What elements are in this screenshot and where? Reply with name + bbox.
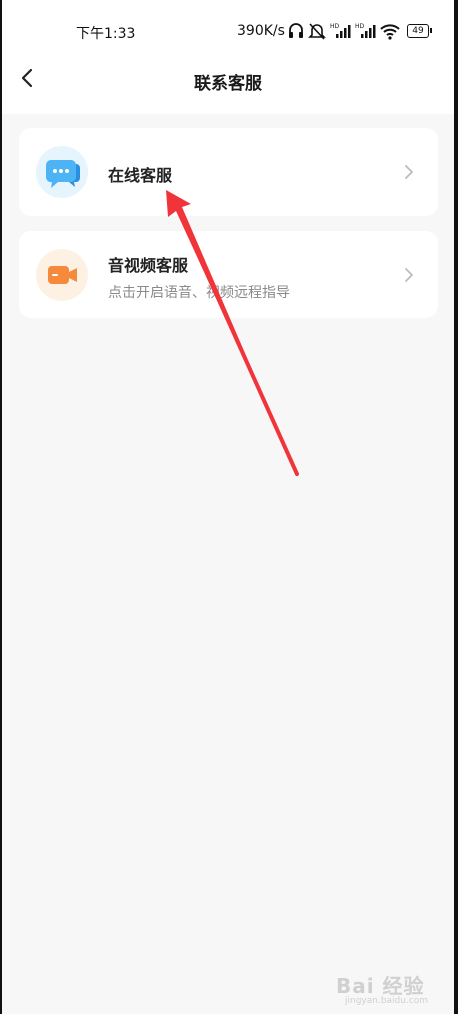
network-speed: 390K/s [237,23,285,39]
video-service-subtitle: 点击开启语音、视频远程指导 [108,285,290,301]
nav-bar: 联系客服 [2,44,454,114]
battery-icon: 49 [407,24,429,38]
hd-signal-icon: HD [355,23,376,38]
page-title: 联系客服 [194,74,262,94]
baidu-watermark-url: jingyan.baidu.com [345,996,429,1006]
status-bar: 下午1:33 390K/s HD HD 49 [2,0,454,44]
svg-text:HD: HD [355,23,365,30]
baidu-watermark: Bai 经验 [336,974,425,998]
chevron-right-icon [405,165,413,179]
svg-text:HD: HD [330,23,340,30]
video-camera-icon [48,266,77,284]
wifi-icon [380,24,400,40]
headphones-icon [289,23,303,38]
online-service-icon-bg [36,146,88,198]
video-service-item[interactable]: 音视频客服 点击开启语音、视频远程指导 [19,231,438,318]
battery-tip [430,28,432,33]
online-service-item[interactable]: 在线客服 [19,128,438,216]
chat-bubble-icon [45,160,80,188]
online-service-title: 在线客服 [108,166,173,185]
video-service-title: 音视频客服 [108,256,189,275]
hd-signal-icon: HD [330,23,351,38]
screenshot-frame-left [0,0,2,1014]
video-service-icon-bg [36,249,88,301]
chevron-right-icon [405,268,413,282]
mute-icon [308,23,326,40]
screenshot-frame-right [454,0,458,1014]
status-time: 下午1:33 [76,26,136,42]
